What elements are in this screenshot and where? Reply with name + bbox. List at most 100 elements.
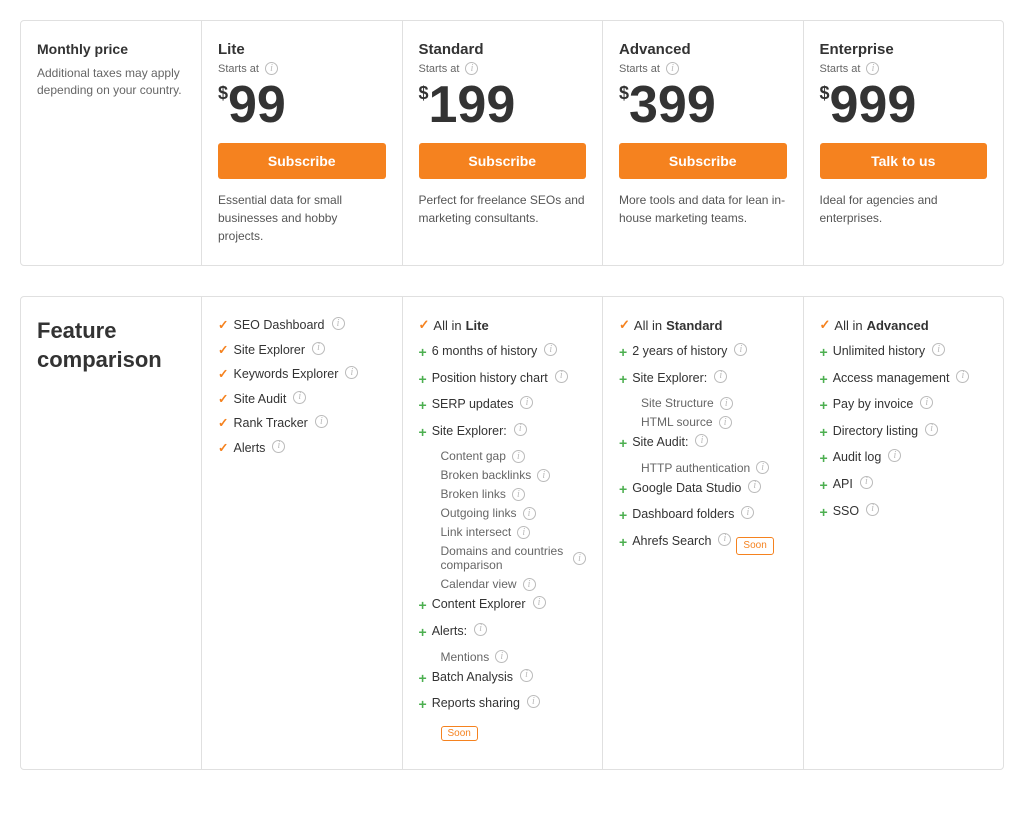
feature-info-icon[interactable]: i: [695, 434, 708, 447]
plus-icon: +: [619, 506, 627, 526]
feature-info-icon[interactable]: i: [714, 370, 727, 383]
feature-col-enterprise: ✓All in Advanced+Unlimited historyi+Acce…: [803, 297, 1004, 769]
feature-name: Site Explorer: [233, 342, 305, 360]
starts-at-info-icon[interactable]: i: [666, 62, 679, 75]
feature-item: +APIi: [820, 476, 988, 496]
subscribe-btn-lite[interactable]: Subscribe: [218, 143, 386, 179]
feature-info-icon[interactable]: i: [956, 370, 969, 383]
feature-section-title: Feature comparison: [37, 317, 185, 374]
check-icon: ✓: [820, 317, 831, 333]
feature-info-icon[interactable]: i: [520, 396, 533, 409]
subscribe-btn-standard[interactable]: Subscribe: [419, 143, 587, 179]
plan-name-lite: Lite: [218, 41, 386, 58]
currency-enterprise: $: [820, 83, 830, 104]
feature-info-icon[interactable]: i: [888, 449, 901, 462]
feature-info-icon[interactable]: i: [748, 480, 761, 493]
starts-at-info-icon[interactable]: i: [265, 62, 278, 75]
sub-item-text: Content gap: [441, 449, 506, 463]
feature-item: +Reports sharingi: [419, 695, 587, 715]
feature-info-icon[interactable]: i: [345, 366, 358, 379]
feature-grid: Feature comparison ✓ SEO Dashboard i ✓ Site …: [21, 297, 1003, 769]
feature-info-icon[interactable]: i: [312, 342, 325, 355]
feature-item: +Ahrefs Searchi Soon: [619, 533, 787, 555]
feature-info-icon[interactable]: i: [932, 343, 945, 356]
plus-icon: +: [820, 343, 828, 363]
plan-desc-enterprise: Ideal for agencies and enterprises.: [820, 191, 988, 227]
feature-item: +SSOi: [820, 503, 988, 523]
feature-item: +6 months of history i: [419, 343, 587, 363]
feature-info-icon[interactable]: i: [866, 503, 879, 516]
plus-icon: +: [820, 449, 828, 469]
feature-info-icon[interactable]: i: [573, 552, 586, 565]
feature-info-icon[interactable]: i: [537, 469, 550, 482]
feature-info-icon[interactable]: i: [495, 650, 508, 663]
plan-ref: Lite: [466, 318, 489, 333]
feature-info-icon[interactable]: i: [718, 533, 731, 546]
currency-lite: $: [218, 83, 228, 104]
subscribe-btn-enterprise[interactable]: Talk to us: [820, 143, 988, 179]
feature-info-icon[interactable]: i: [860, 476, 873, 489]
sub-items: HTTP authenticationi: [641, 461, 787, 475]
sub-items: Content gapiBroken backlinksiBroken link…: [441, 449, 587, 591]
feature-info-icon[interactable]: i: [332, 317, 345, 330]
all-in-label-enterprise: ✓All in Advanced: [820, 317, 988, 333]
plus-icon: +: [419, 343, 427, 363]
feature-info-icon[interactable]: i: [520, 669, 533, 682]
feature-name: Pay by invoice: [833, 396, 914, 414]
feature-info-icon[interactable]: i: [720, 397, 733, 410]
feature-info-icon[interactable]: i: [523, 578, 536, 591]
feature-info-icon[interactable]: i: [523, 507, 536, 520]
feature-name: Site Audit: [233, 391, 286, 409]
feature-comparison-label: Feature comparison: [21, 297, 201, 769]
feature-item: +Dashboard foldersi: [619, 506, 787, 526]
feature-name: Site Explorer:: [632, 370, 707, 388]
starts-at-info-icon[interactable]: i: [866, 62, 879, 75]
subscribe-btn-advanced[interactable]: Subscribe: [619, 143, 787, 179]
feature-item: + Site Explorer: i: [619, 370, 787, 390]
feature-info-icon[interactable]: i: [920, 396, 933, 409]
plan-ref: Advanced: [867, 318, 929, 333]
feature-name: SEO Dashboard: [233, 317, 324, 335]
feature-info-icon[interactable]: i: [512, 488, 525, 501]
sub-items: Mentionsi: [441, 650, 587, 664]
starts-at-info-icon[interactable]: i: [465, 62, 478, 75]
sub-item: Broken backlinksi: [441, 468, 587, 482]
soon-badge: Soon: [441, 726, 478, 741]
feature-info-icon[interactable]: i: [517, 526, 530, 539]
sub-item: Site Structure i: [641, 396, 787, 410]
feature-name: 6 months of history: [432, 343, 538, 361]
feature-col-advanced: ✓All in Standard+2 years of historyi+Sit…: [602, 297, 803, 769]
feature-info-icon[interactable]: i: [533, 596, 546, 609]
feature-info-icon[interactable]: i: [315, 415, 328, 428]
feature-info-icon[interactable]: i: [474, 623, 487, 636]
sub-item-text: Site Structure: [641, 396, 714, 410]
feature-info-icon[interactable]: i: [734, 343, 747, 356]
feature-info-icon[interactable]: i: [293, 391, 306, 404]
sub-item: Calendar viewi: [441, 577, 587, 591]
feature-info-icon[interactable]: i: [555, 370, 568, 383]
pricing-label-col: Monthly price Additional taxes may apply…: [21, 21, 201, 265]
price-num-lite: 99: [228, 79, 286, 131]
feature-item: +2 years of historyi: [619, 343, 787, 363]
feature-info-icon[interactable]: i: [527, 695, 540, 708]
feature-info-icon[interactable]: i: [756, 461, 769, 474]
sub-item: Link intersecti: [441, 525, 587, 539]
feature-info-icon[interactable]: i: [741, 506, 754, 519]
plus-icon: +: [619, 370, 627, 390]
feature-name: Ahrefs Search: [632, 533, 711, 551]
feature-info-icon[interactable]: i: [544, 343, 557, 356]
feature-info-icon[interactable]: i: [272, 440, 285, 453]
feature-item: +Audit logi: [820, 449, 988, 469]
plan-col-standard: Standard Starts at i $ 199 Subscribe Per…: [402, 21, 603, 265]
feature-name: Content Explorer: [432, 596, 526, 614]
plus-icon: +: [419, 396, 427, 416]
plan-desc-advanced: More tools and data for lean in-house ma…: [619, 191, 787, 227]
feature-info-icon[interactable]: i: [925, 423, 938, 436]
feature-info-icon[interactable]: i: [514, 423, 527, 436]
feature-info-icon[interactable]: i: [512, 450, 525, 463]
sub-item: Outgoing linksi: [441, 506, 587, 520]
feature-item: +Access managementi: [820, 370, 988, 390]
feature-item: ✓Site Exploreri: [218, 342, 386, 360]
check-icon: ✓: [218, 391, 228, 409]
feature-info-icon[interactable]: i: [719, 416, 732, 429]
